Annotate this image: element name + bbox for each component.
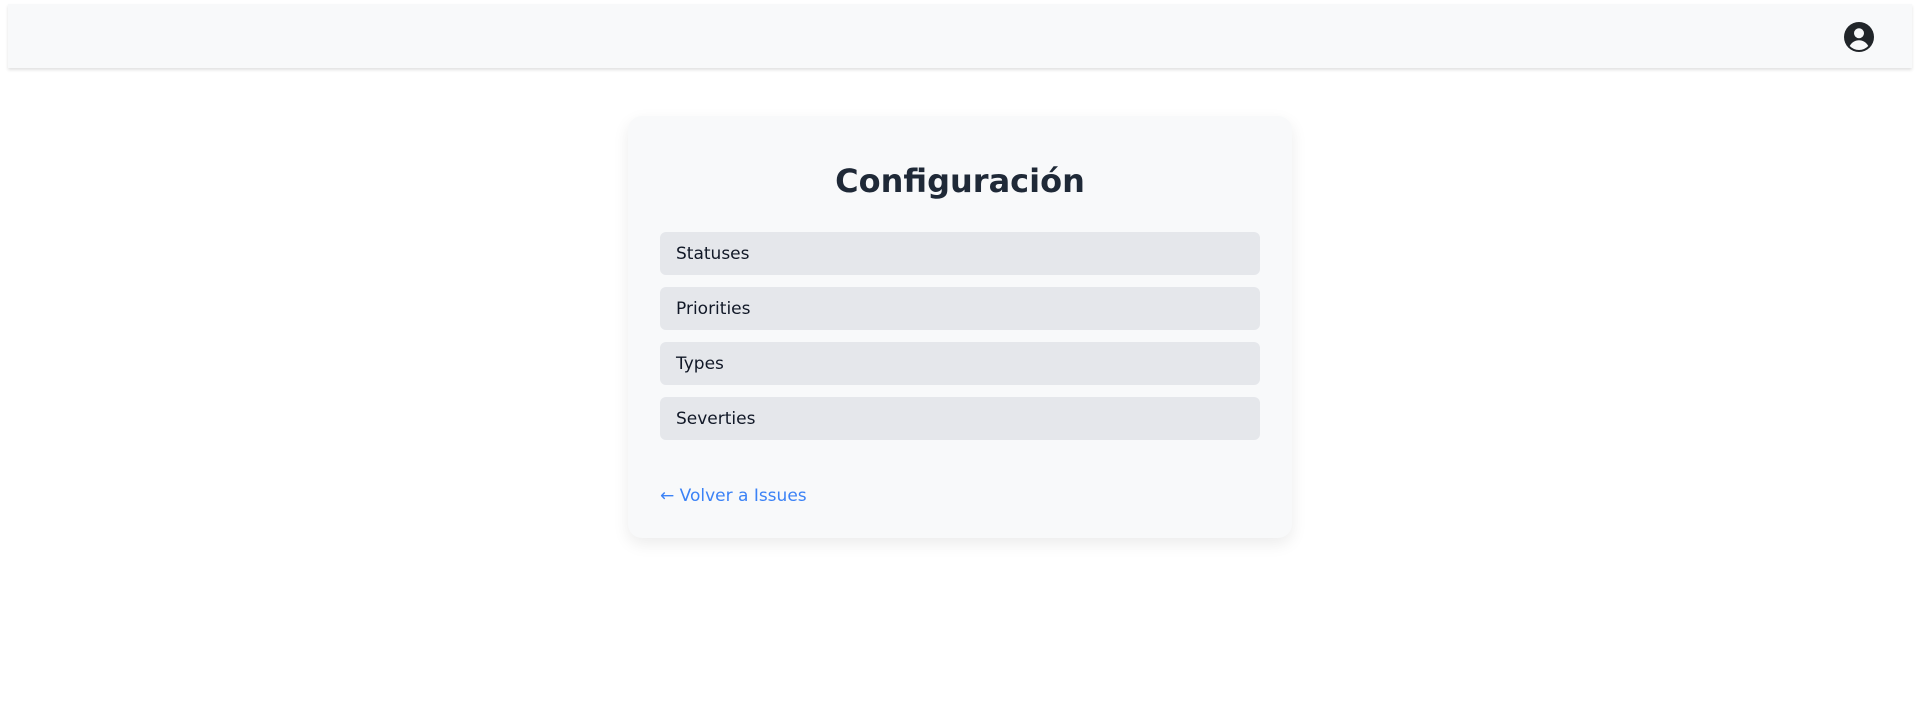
config-item-label: Types	[676, 353, 724, 374]
config-item-types[interactable]: Types	[660, 342, 1260, 385]
config-item-statuses[interactable]: Statuses	[660, 232, 1260, 275]
settings-card: Configuración Statuses Priorities Types …	[628, 116, 1292, 538]
config-item-label: Severties	[676, 408, 756, 429]
page-title: Configuración	[835, 162, 1085, 200]
top-navbar	[8, 4, 1912, 68]
back-to-issues-link[interactable]: ← Volver a Issues	[660, 486, 807, 506]
config-list: Statuses Priorities Types Severties	[660, 232, 1260, 452]
user-circle-icon[interactable]	[1844, 22, 1874, 52]
config-item-priorities[interactable]: Priorities	[660, 287, 1260, 330]
config-item-severities[interactable]: Severties	[660, 397, 1260, 440]
config-item-label: Priorities	[676, 298, 751, 319]
config-item-label: Statuses	[676, 243, 750, 264]
